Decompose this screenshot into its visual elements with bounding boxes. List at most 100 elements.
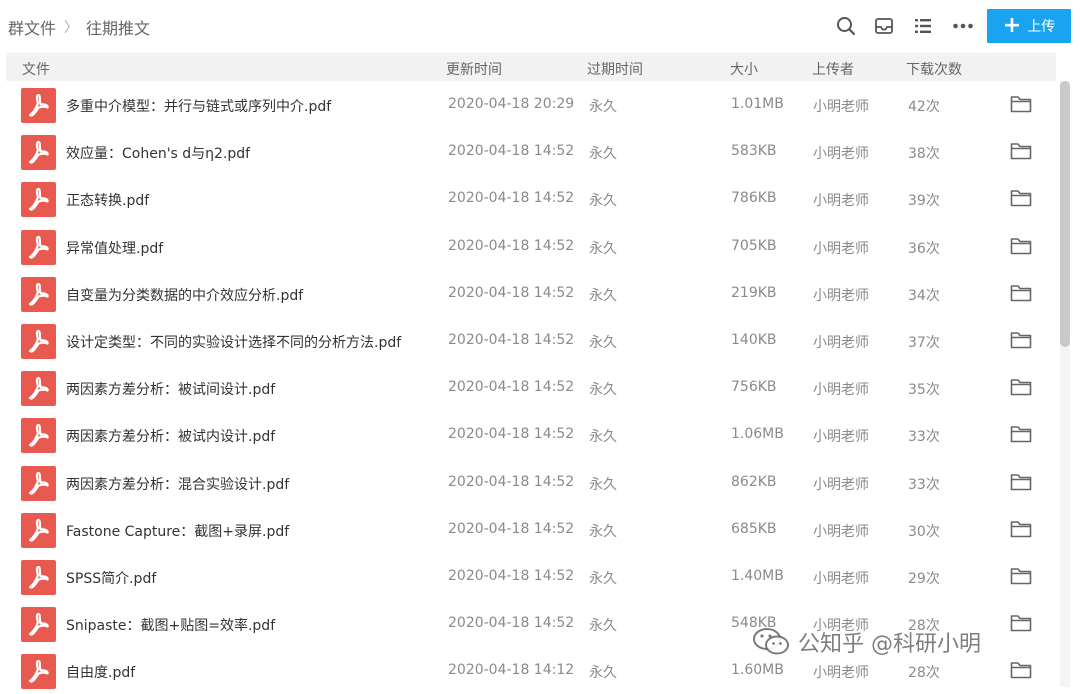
file-name[interactable]: 两因素方差分析：混合实验设计.pdf bbox=[66, 474, 289, 494]
file-name[interactable]: 正态转换.pdf bbox=[66, 190, 149, 210]
open-folder-button[interactable] bbox=[1010, 614, 1032, 632]
open-folder-button[interactable] bbox=[1010, 189, 1032, 207]
watermark-text: 公知乎 @科研小明 bbox=[798, 632, 981, 657]
column-header-expiry[interactable]: 过期时间 bbox=[587, 59, 643, 79]
more-button[interactable] bbox=[951, 14, 975, 38]
file-name[interactable]: Snipaste：截图+贴图=效率.pdf bbox=[66, 615, 275, 635]
file-size: 685KB bbox=[731, 520, 777, 537]
pdf-file-icon bbox=[21, 371, 56, 407]
table-row[interactable]: 设计定类型：不同的实验设计选择不同的分析方法.pdf 2020-04-18 14:… bbox=[0, 317, 1060, 364]
file-name[interactable]: 自变量为分类数据的中介效应分析.pdf bbox=[66, 285, 303, 305]
table-row[interactable]: SPSS简介.pdf 2020-04-18 14:52 永久 1.40MB 小明老师 29… bbox=[0, 553, 1060, 600]
open-folder-button[interactable] bbox=[1010, 473, 1032, 491]
file-name[interactable]: 设计定类型：不同的实验设计选择不同的分析方法.pdf bbox=[66, 332, 401, 352]
breadcrumb-current: 往期推文 bbox=[86, 19, 151, 38]
plus-icon: + bbox=[1002, 13, 1022, 38]
table-row[interactable]: 正态转换.pdf 2020-04-18 14:52 永久 786KB 小明老师 39次 bbox=[0, 175, 1060, 222]
search-button[interactable] bbox=[834, 14, 858, 38]
breadcrumb: 群文件 〉 往期推文 bbox=[8, 15, 150, 39]
file-name[interactable]: SPSS简介.pdf bbox=[66, 568, 156, 588]
open-folder-button[interactable] bbox=[1010, 331, 1032, 349]
pdf-file-icon bbox=[21, 135, 56, 171]
column-header-updated[interactable]: 更新时间 bbox=[446, 59, 502, 79]
table-row[interactable]: 效应量：Cohen's d与η2.pdf 2020-04-18 14:52 永久 58… bbox=[0, 128, 1060, 175]
open-folder-button[interactable] bbox=[1010, 425, 1032, 443]
open-folder-button[interactable] bbox=[1010, 378, 1032, 396]
open-folder-button[interactable] bbox=[1010, 284, 1032, 302]
file-name[interactable]: 效应量：Cohen's d与η2.pdf bbox=[66, 143, 250, 163]
open-folder-button[interactable] bbox=[1010, 142, 1032, 160]
folder-icon bbox=[1010, 237, 1032, 254]
pdf-file-icon bbox=[21, 654, 56, 690]
file-downloads: 42次 bbox=[908, 99, 940, 115]
file-uploader: 小明老师 bbox=[813, 146, 869, 163]
file-uploader: 小明老师 bbox=[813, 99, 869, 115]
list-view-button[interactable] bbox=[911, 14, 935, 38]
table-row[interactable]: 两因素方差分析：被试内设计.pdf 2020-04-18 14:52 永久 1.06M… bbox=[0, 411, 1060, 458]
column-header-size[interactable]: 大小 bbox=[730, 59, 758, 79]
open-folder-button[interactable] bbox=[1010, 520, 1032, 538]
scrollbar-thumb[interactable] bbox=[1060, 81, 1070, 347]
file-downloads: 28次 bbox=[908, 665, 940, 682]
file-downloads: 36次 bbox=[908, 240, 940, 257]
open-folder-button[interactable] bbox=[1010, 237, 1032, 255]
table-row[interactable]: 两因素方差分析：混合实验设计.pdf 2020-04-18 14:52 永久 862K… bbox=[0, 459, 1060, 506]
file-name[interactable]: 两因素方差分析：被试内设计.pdf bbox=[66, 426, 275, 446]
file-expiry: 永久 bbox=[589, 618, 617, 635]
file-updated-time: 2020-04-18 14:52 bbox=[448, 190, 575, 207]
folder-icon bbox=[1010, 190, 1032, 207]
breadcrumb-root[interactable]: 群文件 bbox=[8, 15, 56, 39]
pdf-file-icon bbox=[21, 418, 56, 454]
file-size: 1.40MB bbox=[731, 568, 784, 584]
table-header: 文件 更新时间 过期时间 大小 上传者 下载次数 bbox=[6, 53, 1056, 81]
file-uploader: 小明老师 bbox=[813, 476, 869, 493]
pdf-file-icon bbox=[21, 88, 56, 123]
upload-button[interactable]: + 上传 bbox=[987, 9, 1071, 43]
folder-icon bbox=[1010, 568, 1032, 585]
table-row[interactable]: 自变量为分类数据的中介效应分析.pdf 2020-04-18 14:52 永久 219… bbox=[0, 270, 1060, 317]
column-header-uploader[interactable]: 上传者 bbox=[812, 59, 854, 79]
pdf-file-icon bbox=[21, 607, 56, 643]
table-row[interactable]: Fastone Capture：截图+录屏.pdf 2020-04-18 14:5… bbox=[0, 506, 1060, 553]
file-name[interactable]: 自由度.pdf bbox=[66, 662, 135, 682]
folder-icon bbox=[1010, 615, 1032, 632]
pdf-file-icon bbox=[21, 324, 56, 359]
file-size: 756KB bbox=[731, 379, 777, 396]
file-uploader: 小明老师 bbox=[813, 571, 869, 587]
open-folder-button[interactable] bbox=[1010, 661, 1032, 679]
folder-icon bbox=[1010, 143, 1032, 160]
pdf-file-icon bbox=[21, 229, 56, 265]
file-name[interactable]: 异常值处理.pdf bbox=[66, 238, 163, 258]
file-updated-time: 2020-04-18 14:52 bbox=[448, 237, 575, 254]
table-row[interactable]: 多重中介模型：并行与链式或序列中介.pdf 2020-04-18 20:29 永久 1… bbox=[0, 81, 1060, 128]
pdf-file-icon bbox=[21, 182, 56, 218]
table-row[interactable]: 两因素方差分析：被试间设计.pdf 2020-04-18 14:52 永久 756KB… bbox=[0, 364, 1060, 411]
file-uploader: 小明老师 bbox=[813, 240, 869, 257]
file-name[interactable]: 两因素方差分析：被试间设计.pdf bbox=[66, 379, 275, 399]
file-expiry: 永久 bbox=[589, 523, 617, 540]
file-updated-time: 2020-04-18 14:52 bbox=[448, 284, 575, 301]
file-updated-time: 2020-04-18 14:52 bbox=[448, 379, 575, 396]
pdf-file-icon bbox=[21, 465, 56, 501]
file-updated-time: 2020-04-18 14:52 bbox=[448, 473, 575, 490]
open-folder-button[interactable] bbox=[1010, 567, 1032, 585]
column-header-file[interactable]: 文件 bbox=[22, 59, 50, 79]
file-expiry: 永久 bbox=[589, 429, 617, 446]
inbox-button[interactable] bbox=[872, 14, 896, 38]
table-row[interactable]: 异常值处理.pdf 2020-04-18 14:52 永久 705KB 小明老师 36次 bbox=[0, 223, 1060, 270]
file-updated-time: 2020-04-18 14:52 bbox=[448, 568, 575, 584]
file-name[interactable]: 多重中介模型：并行与链式或序列中介.pdf bbox=[66, 96, 331, 116]
file-name[interactable]: Fastone Capture：截图+录屏.pdf bbox=[66, 521, 289, 541]
file-downloads: 38次 bbox=[908, 146, 940, 163]
open-folder-button[interactable] bbox=[1010, 95, 1032, 113]
file-expiry: 永久 bbox=[589, 571, 617, 587]
file-size: 219KB bbox=[731, 284, 777, 301]
file-updated-time: 2020-04-18 14:52 bbox=[448, 615, 575, 632]
pdf-file-icon bbox=[21, 512, 56, 548]
pdf-file-icon bbox=[21, 276, 56, 312]
file-downloads: 33次 bbox=[908, 476, 940, 493]
watermark: 公知乎 @科研小明 bbox=[752, 622, 981, 662]
file-uploader: 小明老师 bbox=[813, 193, 869, 210]
file-uploader: 小明老师 bbox=[813, 287, 869, 304]
column-header-downloads[interactable]: 下载次数 bbox=[906, 59, 962, 79]
